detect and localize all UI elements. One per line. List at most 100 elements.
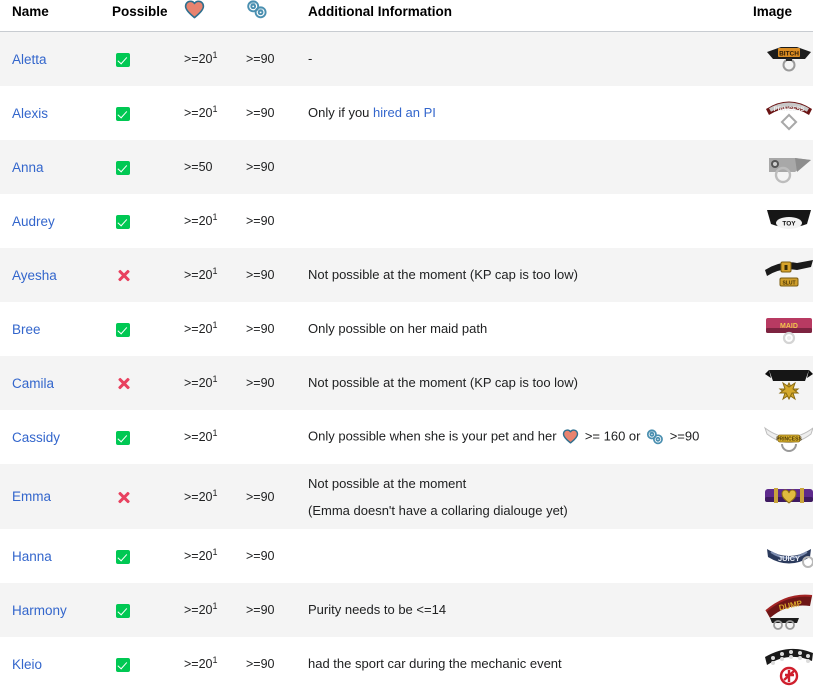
cell-possible bbox=[112, 637, 184, 691]
table-row: Camila>=201>=90Not possible at the momen… bbox=[0, 356, 813, 410]
cell-image: PRINCESS bbox=[753, 410, 813, 464]
collar-cassidy-thumbnail[interactable]: PRINCESS bbox=[753, 410, 813, 464]
character-link-bree[interactable]: Bree bbox=[12, 322, 41, 337]
footnote-marker: 1 bbox=[213, 428, 218, 438]
table-row: Bree >=201>=90Only possible on her maid p… bbox=[0, 302, 813, 356]
column-header-image[interactable]: Image bbox=[753, 0, 813, 32]
table-row: Hanna>=201>=90 JUICY bbox=[0, 529, 813, 583]
info-line: (Emma doesn't have a collaring dialouge … bbox=[308, 501, 743, 521]
check-icon bbox=[116, 323, 130, 337]
footnote-marker: 1 bbox=[213, 655, 218, 665]
column-header-bond[interactable] bbox=[246, 0, 308, 32]
cell-possible bbox=[112, 356, 184, 410]
handcuffs-icon bbox=[246, 0, 268, 22]
info-link[interactable]: hired an PI bbox=[373, 105, 436, 120]
collar-audrey-thumbnail[interactable]: TOY bbox=[753, 194, 813, 248]
collar-emma-thumbnail[interactable] bbox=[753, 470, 813, 524]
character-link-harmony[interactable]: Harmony bbox=[12, 603, 67, 618]
cell-bond-requirement: >=90 bbox=[246, 583, 308, 637]
svg-text:TOY: TOY bbox=[782, 221, 796, 228]
cell-additional-information: Only possible on her maid path bbox=[308, 302, 753, 356]
cell-bond-requirement: >=90 bbox=[246, 302, 308, 356]
svg-text:SLUT: SLUT bbox=[782, 281, 795, 287]
character-link-camila[interactable]: Camila bbox=[12, 376, 54, 391]
cell-love-requirement: >=201 bbox=[184, 302, 246, 356]
cell-love-requirement: >=201 bbox=[184, 464, 246, 529]
column-header-additional-information[interactable]: Additional Information bbox=[308, 0, 753, 32]
cell-love-requirement: >=201 bbox=[184, 529, 246, 583]
cell-bond-requirement bbox=[246, 410, 308, 464]
cell-name: Ayesha bbox=[0, 248, 112, 302]
footnote-marker: 1 bbox=[213, 601, 218, 611]
cell-possible bbox=[112, 194, 184, 248]
cell-additional-information bbox=[308, 529, 753, 583]
cell-additional-information: Only if you hired an PI bbox=[308, 86, 753, 140]
cell-name: Camila bbox=[0, 356, 112, 410]
collar-bree-thumbnail[interactable]: MAID bbox=[753, 302, 813, 356]
collar-ayesha-thumbnail[interactable]: SLUT bbox=[753, 248, 813, 302]
cell-bond-requirement: >=90 bbox=[246, 248, 308, 302]
footnote-marker: 1 bbox=[213, 104, 218, 114]
collar-harmony-thumbnail[interactable]: DUMP bbox=[753, 583, 813, 637]
check-icon bbox=[116, 161, 130, 175]
character-link-hanna[interactable]: Hanna bbox=[12, 549, 52, 564]
table-row: Kleio>=201>=90had the sport car during t… bbox=[0, 637, 813, 691]
table-row: Alexis>=201>=90Only if you hired an PI P… bbox=[0, 86, 813, 140]
character-link-cassidy[interactable]: Cassidy bbox=[12, 430, 60, 445]
character-link-kleio[interactable]: Kleio bbox=[12, 657, 42, 672]
collar-alexis-thumbnail[interactable]: PRINCESS bbox=[753, 86, 813, 140]
collaring-requirements-table: Name Possible bbox=[0, 0, 813, 691]
cell-name: Bree bbox=[0, 302, 112, 356]
cell-possible bbox=[112, 464, 184, 529]
table-row: Cassidy>=201Only possible when she is yo… bbox=[0, 410, 813, 464]
cell-additional-information bbox=[308, 140, 753, 194]
cell-love-requirement: >=201 bbox=[184, 194, 246, 248]
cell-image: SLUT bbox=[753, 248, 813, 302]
footnote-marker: 1 bbox=[213, 547, 218, 557]
svg-text:JUICY: JUICY bbox=[778, 554, 800, 563]
cell-bond-requirement: >=90 bbox=[246, 194, 308, 248]
character-link-aletta[interactable]: Aletta bbox=[12, 52, 47, 67]
check-icon bbox=[116, 550, 130, 564]
cell-love-requirement: >=201 bbox=[184, 583, 246, 637]
cell-name: Aletta bbox=[0, 32, 112, 87]
character-link-audrey[interactable]: Audrey bbox=[12, 214, 55, 229]
cell-image: BITCH bbox=[753, 32, 813, 87]
cell-image: PRINCESS bbox=[753, 86, 813, 140]
cell-name: Emma bbox=[0, 464, 112, 529]
cell-love-requirement: >=50 bbox=[184, 140, 246, 194]
table-row: Ayesha>=201>=90Not possible at the momen… bbox=[0, 248, 813, 302]
svg-text:MAID: MAID bbox=[780, 323, 798, 330]
cell-bond-requirement: >=90 bbox=[246, 140, 308, 194]
character-link-ayesha[interactable]: Ayesha bbox=[12, 268, 57, 283]
table-row: Anna >=50>=90 bbox=[0, 140, 813, 194]
cell-name: Cassidy bbox=[0, 410, 112, 464]
cross-icon bbox=[116, 490, 131, 505]
character-link-anna[interactable]: Anna bbox=[12, 160, 44, 175]
cell-image bbox=[753, 637, 813, 691]
footnote-marker: 1 bbox=[213, 487, 218, 497]
column-header-love[interactable] bbox=[184, 0, 246, 32]
check-icon bbox=[116, 53, 130, 67]
check-icon bbox=[116, 604, 130, 618]
cross-icon bbox=[116, 376, 131, 391]
cell-additional-information: Not possible at the moment (KP cap is to… bbox=[308, 356, 753, 410]
svg-text:BITCH: BITCH bbox=[779, 51, 799, 58]
collar-hanna-thumbnail[interactable]: JUICY bbox=[753, 529, 813, 583]
collar-kleio-thumbnail[interactable] bbox=[753, 637, 813, 691]
cell-image: DUMP bbox=[753, 583, 813, 637]
cell-name: Kleio bbox=[0, 637, 112, 691]
table-row: Harmony>=201>=90Purity needs to be <=14 … bbox=[0, 583, 813, 637]
collar-aletta-thumbnail[interactable]: BITCH bbox=[753, 32, 813, 86]
column-header-name[interactable]: Name bbox=[0, 0, 112, 32]
svg-text:PRINCESS: PRINCESS bbox=[774, 107, 805, 113]
cell-image: JUICY bbox=[753, 529, 813, 583]
column-header-possible[interactable]: Possible bbox=[112, 0, 184, 32]
collar-camila-thumbnail[interactable] bbox=[753, 356, 813, 410]
character-link-alexis[interactable]: Alexis bbox=[12, 106, 48, 121]
table-row: Aletta>=201>=90- BITCH bbox=[0, 32, 813, 87]
character-link-emma[interactable]: Emma bbox=[12, 489, 51, 504]
table-row: Audrey >=201>=90 TOY bbox=[0, 194, 813, 248]
collar-anna-thumbnail[interactable] bbox=[753, 140, 813, 194]
cell-love-requirement: >=201 bbox=[184, 32, 246, 87]
